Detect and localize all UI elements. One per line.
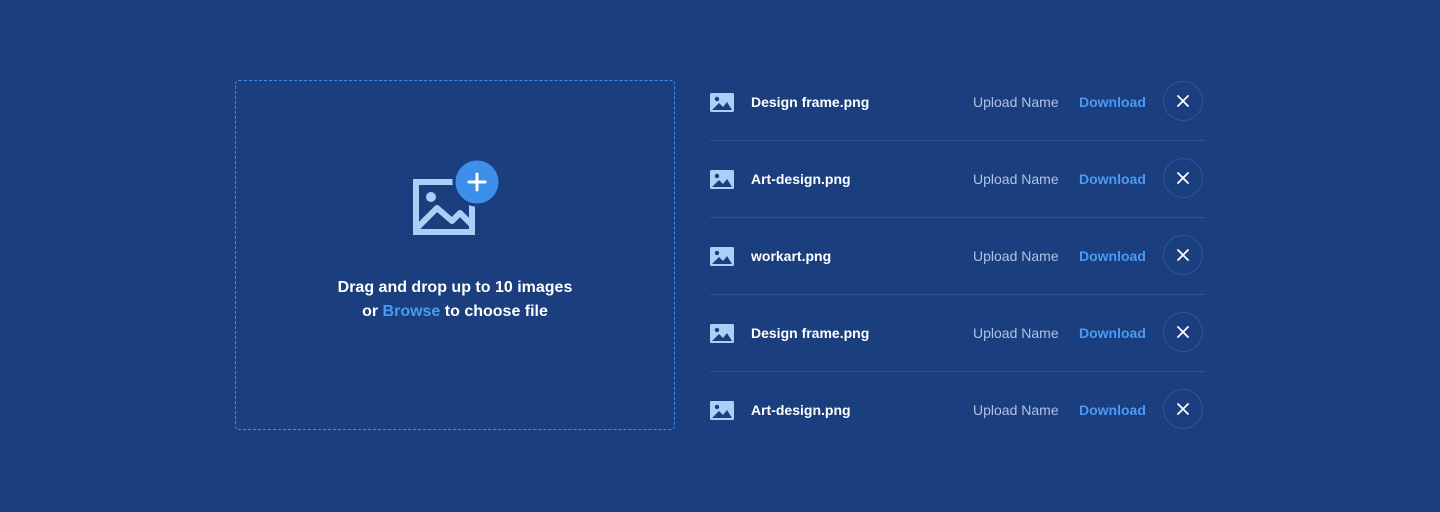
close-icon (1177, 326, 1189, 338)
upload-name-label: Upload Name (973, 248, 1059, 264)
close-icon (1177, 172, 1189, 184)
image-file-icon (710, 401, 734, 420)
image-file-icon (710, 324, 734, 343)
file-name: workart.png (751, 248, 832, 264)
remove-file-button[interactable] (1163, 312, 1203, 352)
remove-file-button[interactable] (1163, 158, 1203, 198)
file-row: workart.png Upload Name Download (710, 218, 1205, 295)
download-link[interactable]: Download (1079, 324, 1146, 342)
file-row: Design frame.png Upload Name Download (710, 64, 1205, 141)
file-name: Art-design.png (751, 402, 851, 418)
dropzone-line2-suffix: to choose file (440, 303, 548, 320)
browse-link[interactable]: Browse (383, 303, 441, 320)
upload-name-label: Upload Name (973, 171, 1059, 187)
file-name: Design frame.png (751, 94, 870, 110)
dropzone-line2: or Browse to choose file (236, 300, 674, 324)
remove-file-button[interactable] (1163, 81, 1203, 121)
close-icon (1177, 403, 1189, 415)
dropzone-line2-prefix: or (362, 303, 383, 320)
close-icon (1177, 249, 1189, 261)
file-row: Design frame.png Upload Name Download (710, 295, 1205, 372)
dropzone-line1: Drag and drop up to 10 images (337, 279, 573, 296)
add-image-icon (413, 158, 501, 238)
file-name: Design frame.png (751, 325, 870, 341)
image-file-icon (710, 247, 734, 266)
remove-file-button[interactable] (1163, 235, 1203, 275)
upload-name-label: Upload Name (973, 94, 1059, 110)
remove-file-button[interactable] (1163, 389, 1203, 429)
image-file-icon (710, 93, 734, 112)
file-row: Art-design.png Upload Name Download (710, 372, 1205, 448)
file-name: Art-design.png (751, 171, 851, 187)
uploaded-file-list: Design frame.png Upload Name Download Ar… (710, 64, 1205, 448)
image-file-icon (710, 170, 734, 189)
file-row: Art-design.png Upload Name Download (710, 141, 1205, 218)
download-link[interactable]: Download (1079, 170, 1146, 188)
download-link[interactable]: Download (1079, 247, 1146, 265)
upload-name-label: Upload Name (973, 325, 1059, 341)
image-dropzone[interactable]: Drag and drop up to 10 images or Browse … (235, 80, 675, 430)
upload-name-label: Upload Name (973, 402, 1059, 418)
download-link[interactable]: Download (1079, 401, 1146, 419)
close-icon (1177, 95, 1189, 107)
download-link[interactable]: Download (1079, 93, 1146, 111)
dropzone-instructions: Drag and drop up to 10 images or Browse … (236, 276, 674, 324)
